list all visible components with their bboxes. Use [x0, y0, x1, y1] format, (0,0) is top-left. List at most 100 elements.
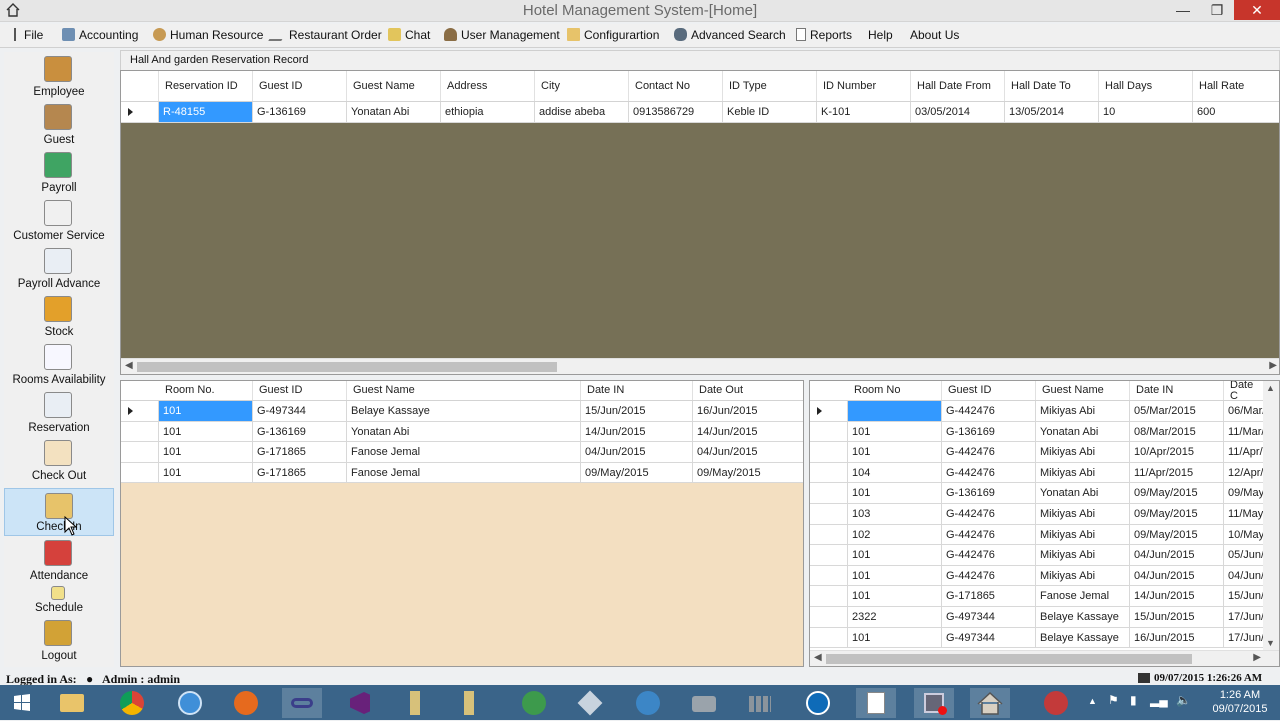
table-cell[interactable]: 03/05/2014 [911, 102, 1005, 123]
column-header[interactable]: Hall Date From [911, 71, 1005, 101]
column-header[interactable]: Room No [848, 381, 942, 400]
table-cell[interactable]: 101 [848, 545, 942, 566]
table-cell[interactable]: 04/Jun/2015 [693, 442, 803, 463]
battery-icon[interactable]: ▮ [1130, 693, 1137, 707]
column-header[interactable]: Address [441, 71, 535, 101]
row-header[interactable] [810, 627, 848, 649]
row-header[interactable] [121, 462, 159, 484]
table-cell[interactable]: 101 [848, 586, 942, 607]
table-cell[interactable]: Yonatan Abi [1036, 421, 1130, 443]
table-row[interactable]: 101 G-171865 Fanose Jemal 14/Jun/2015 15/Jun… [810, 586, 1264, 607]
table-cell[interactable]: Fanose Jemal [1036, 586, 1130, 607]
table-cell[interactable]: G-171865 [253, 462, 347, 484]
sidebar-item-check-out[interactable]: Check Out [4, 436, 114, 484]
column-header[interactable]: Room No. [159, 381, 253, 400]
table-cell[interactable]: 101 [848, 483, 942, 504]
table-cell[interactable]: Mikiyas Abi [1036, 442, 1130, 463]
menu-about-us[interactable]: About Us [910, 28, 959, 42]
table-cell[interactable]: 09/May/2015 [581, 462, 693, 484]
table-cell[interactable]: 101 [848, 627, 942, 649]
scroll-left-icon[interactable]: ◀ [814, 652, 822, 663]
table-cell[interactable]: Mikiyas Abi [1036, 462, 1130, 484]
table-cell[interactable]: 04/Jun/2015 [1130, 545, 1224, 566]
column-header[interactable]: Date IN [581, 381, 693, 400]
flag-icon[interactable]: ⚑ [1108, 693, 1119, 707]
taskbar-cube[interactable] [570, 688, 610, 718]
column-header[interactable]: Date IN [1130, 381, 1224, 400]
taskbar-recorder[interactable] [914, 688, 954, 718]
start-button[interactable] [2, 688, 42, 718]
table-cell[interactable]: G-442476 [942, 545, 1036, 566]
taskbar-grid-app[interactable] [740, 688, 780, 718]
table-cell[interactable]: G-136169 [942, 421, 1036, 443]
table-row[interactable]: R-48155 G-136169 Yonatan Abi ethiopia addise… [121, 102, 1279, 123]
table-cell[interactable]: 12/Apr/ [1224, 462, 1264, 484]
tray-expand-icon[interactable]: ▲ [1088, 696, 1097, 706]
scroll-thumb[interactable] [137, 362, 557, 372]
sidebar-item-logout[interactable]: Logout [4, 616, 114, 664]
menu-reports[interactable]: Reports [796, 28, 852, 42]
column-header[interactable]: Hall Rate [1193, 71, 1279, 101]
maximize-button[interactable]: ❐ [1200, 0, 1234, 20]
menu-configuration[interactable]: Configurartion [567, 28, 659, 42]
menu-help[interactable]: Help [868, 28, 893, 42]
table-row[interactable]: 103 G-442476 Mikiyas Abi 09/May/2015 11/May/ [810, 504, 1264, 525]
sidebar-item-customer-service[interactable]: Customer Service [4, 196, 114, 244]
hall-horizontal-scrollbar[interactable]: ◀ ▶ [121, 358, 1279, 374]
row-header[interactable] [121, 102, 159, 123]
table-row[interactable]: 101 G-497344 Belaye Kassaye 16/Jun/2015 17/J… [810, 627, 1264, 649]
table-cell[interactable]: Mikiyas Abi [1036, 565, 1130, 587]
table-cell[interactable]: 15/Jun/2015 [581, 401, 693, 422]
table-row[interactable]: 101 G-171865 Fanose Jemal 04/Jun/2015 04/Jun… [121, 442, 803, 463]
table-cell[interactable]: G-497344 [942, 607, 1036, 628]
row-header[interactable] [121, 442, 159, 463]
taskbar-tool-2[interactable] [450, 688, 490, 718]
menu-restaurant-order[interactable]: Restaurant Order [268, 28, 382, 42]
taskbar-home-app[interactable] [970, 688, 1010, 718]
history-horizontal-scrollbar[interactable]: ◀ ▶ [810, 650, 1279, 666]
taskbar-red-app[interactable] [1036, 688, 1076, 718]
taskbar-chrome[interactable] [112, 688, 152, 718]
column-header[interactable]: Guest Name [347, 71, 441, 101]
table-row[interactable]: 2322 G-497344 Belaye Kassaye 15/Jun/2015 17/… [810, 607, 1264, 628]
column-header[interactable]: Guest Name [1036, 381, 1130, 400]
column-header[interactable]: City [535, 71, 629, 101]
table-cell[interactable]: 11/Apr/2015 [1130, 462, 1224, 484]
column-header[interactable]: ID Number [817, 71, 911, 101]
table-row[interactable]: 101 G-497344 Belaye Kassaye 15/Jun/2015 16/J… [121, 401, 803, 422]
table-cell[interactable]: 11/Apr/ [1224, 442, 1264, 463]
room-history-grid[interactable]: Room No Guest ID Guest Name Date IN Date C G… [809, 380, 1280, 667]
table-cell[interactable]: 09/May/2015 [1130, 504, 1224, 525]
taskbar-firefox[interactable] [226, 688, 266, 718]
menu-accounting[interactable]: Accounting [62, 28, 138, 42]
table-cell[interactable]: Mikiyas Abi [1036, 504, 1130, 525]
table-row[interactable]: 101 G-136169 Yonatan Abi 08/Mar/2015 11/Mar/ [810, 421, 1264, 443]
sidebar-item-guest[interactable]: Guest [4, 100, 114, 148]
sidebar-item-attendance[interactable]: Attendance [4, 536, 114, 584]
sidebar-item-rooms-availability[interactable]: Rooms Availability [4, 340, 114, 388]
table-cell[interactable]: G-497344 [253, 401, 347, 422]
column-header[interactable]: Guest ID [942, 381, 1036, 400]
table-cell[interactable]: G-442476 [942, 504, 1036, 525]
table-cell[interactable]: 16/Jun/2015 [693, 401, 803, 422]
table-cell[interactable]: 17/Jun/ [1224, 607, 1264, 628]
table-cell[interactable]: 08/Mar/2015 [1130, 421, 1224, 443]
table-cell[interactable]: Belaye Kassaye [1036, 607, 1130, 628]
table-cell[interactable]: 101 [159, 442, 253, 463]
table-cell[interactable]: 06/Mar/ [1224, 401, 1264, 422]
scroll-right-icon[interactable]: ▶ [1269, 360, 1277, 371]
menu-user-management[interactable]: User Management [444, 28, 560, 42]
table-cell[interactable]: 13/05/2014 [1005, 102, 1099, 123]
table-cell[interactable]: 101 [159, 421, 253, 443]
row-header[interactable] [121, 401, 159, 422]
column-header[interactable]: Guest ID [253, 381, 347, 400]
table-cell[interactable] [848, 401, 942, 422]
table-cell[interactable]: 04/Jun/2015 [1130, 565, 1224, 587]
taskbar-app-blue[interactable] [628, 688, 668, 718]
table-row[interactable]: 101 G-442476 Mikiyas Abi 10/Apr/2015 11/Apr/ [810, 442, 1264, 463]
row-header[interactable] [810, 401, 848, 422]
close-button[interactable]: ✕ [1234, 0, 1280, 20]
table-cell[interactable]: ethiopia [441, 102, 535, 123]
row-header[interactable] [810, 586, 848, 607]
table-cell[interactable]: R-48155 [159, 102, 253, 123]
